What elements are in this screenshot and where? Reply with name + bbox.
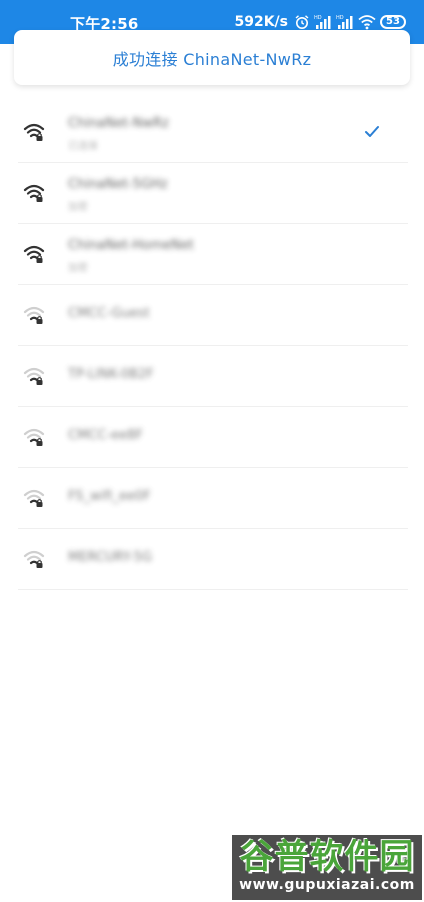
wifi-network-status: 已连接 xyxy=(68,141,98,152)
wifi-network-item[interactable]: ChinaNet-NwRz 已连接 xyxy=(18,102,408,163)
wifi-network-name: CMCC-Guest xyxy=(68,306,150,321)
wifi-network-name: MERCURY-5G xyxy=(68,550,153,565)
wifi-network-item[interactable]: FS_wifi_ee0F xyxy=(18,468,408,529)
battery-level: 53 xyxy=(386,16,400,27)
wifi-network-name: CMCC-ee8F xyxy=(68,428,143,443)
wifi-locked-weak-icon xyxy=(23,548,45,570)
watermark-logo: 谷普软件园 www.gupuxiazai.com xyxy=(232,835,422,900)
svg-text:HD: HD xyxy=(314,15,322,21)
wifi-network-item[interactable]: MERCURY-5G xyxy=(18,529,408,590)
wifi-network-list: ChinaNet-NwRz 已连接 ChinaNet-5GHz 加密 ChinaNet-… xyxy=(0,102,424,590)
wifi-network-item[interactable]: TP-LINK-0B2F xyxy=(18,346,408,407)
signal-hd-icon-2: HD xyxy=(336,14,354,30)
wifi-locked-strong-icon xyxy=(23,182,45,204)
signal-hd-icon: HD xyxy=(314,14,332,30)
wifi-network-item[interactable]: CMCC-Guest xyxy=(18,285,408,346)
wifi-network-item[interactable]: CMCC-ee8F xyxy=(18,407,408,468)
wifi-locked-weak-icon xyxy=(23,426,45,448)
watermark-title: 谷普软件园 xyxy=(239,837,415,877)
wifi-network-name: ChinaNet-5GHz xyxy=(68,177,168,192)
wifi-network-name: ChinaNet-HomeNet xyxy=(68,238,194,253)
wifi-locked-strong-icon xyxy=(23,121,45,143)
svg-text:HD: HD xyxy=(336,15,344,21)
wifi-locked-weak-icon xyxy=(23,304,45,326)
wifi-network-item[interactable]: ChinaNet-HomeNet 加密 xyxy=(18,224,408,285)
wifi-status-icon xyxy=(358,14,376,30)
wifi-locked-weak-icon xyxy=(23,365,45,387)
wifi-connect-screen: 下午2:56 592K/s HD HD 53 成功连接 ChinaNet-NwR… xyxy=(0,0,424,902)
wifi-network-status: 加密 xyxy=(68,263,88,274)
wifi-network-name: ChinaNet-NwRz xyxy=(68,116,169,131)
alarm-icon xyxy=(294,14,310,30)
wifi-locked-strong-icon xyxy=(23,243,45,265)
wifi-network-item[interactable]: ChinaNet-5GHz 加密 xyxy=(18,163,408,224)
battery-icon: 53 xyxy=(380,15,406,29)
wifi-network-name: FS_wifi_ee0F xyxy=(68,489,151,504)
wifi-network-status: 加密 xyxy=(68,202,88,213)
connection-status-card: 成功连接 ChinaNet-NwRz xyxy=(14,30,410,85)
watermark-url: www.gupuxiazai.com xyxy=(239,877,415,893)
network-speed: 592K/s xyxy=(234,14,288,30)
connection-message: 成功连接 ChinaNet-NwRz xyxy=(112,49,312,69)
checkmark-icon xyxy=(364,124,380,143)
wifi-locked-weak-icon xyxy=(23,487,45,509)
wifi-network-name: TP-LINK-0B2F xyxy=(68,367,154,382)
